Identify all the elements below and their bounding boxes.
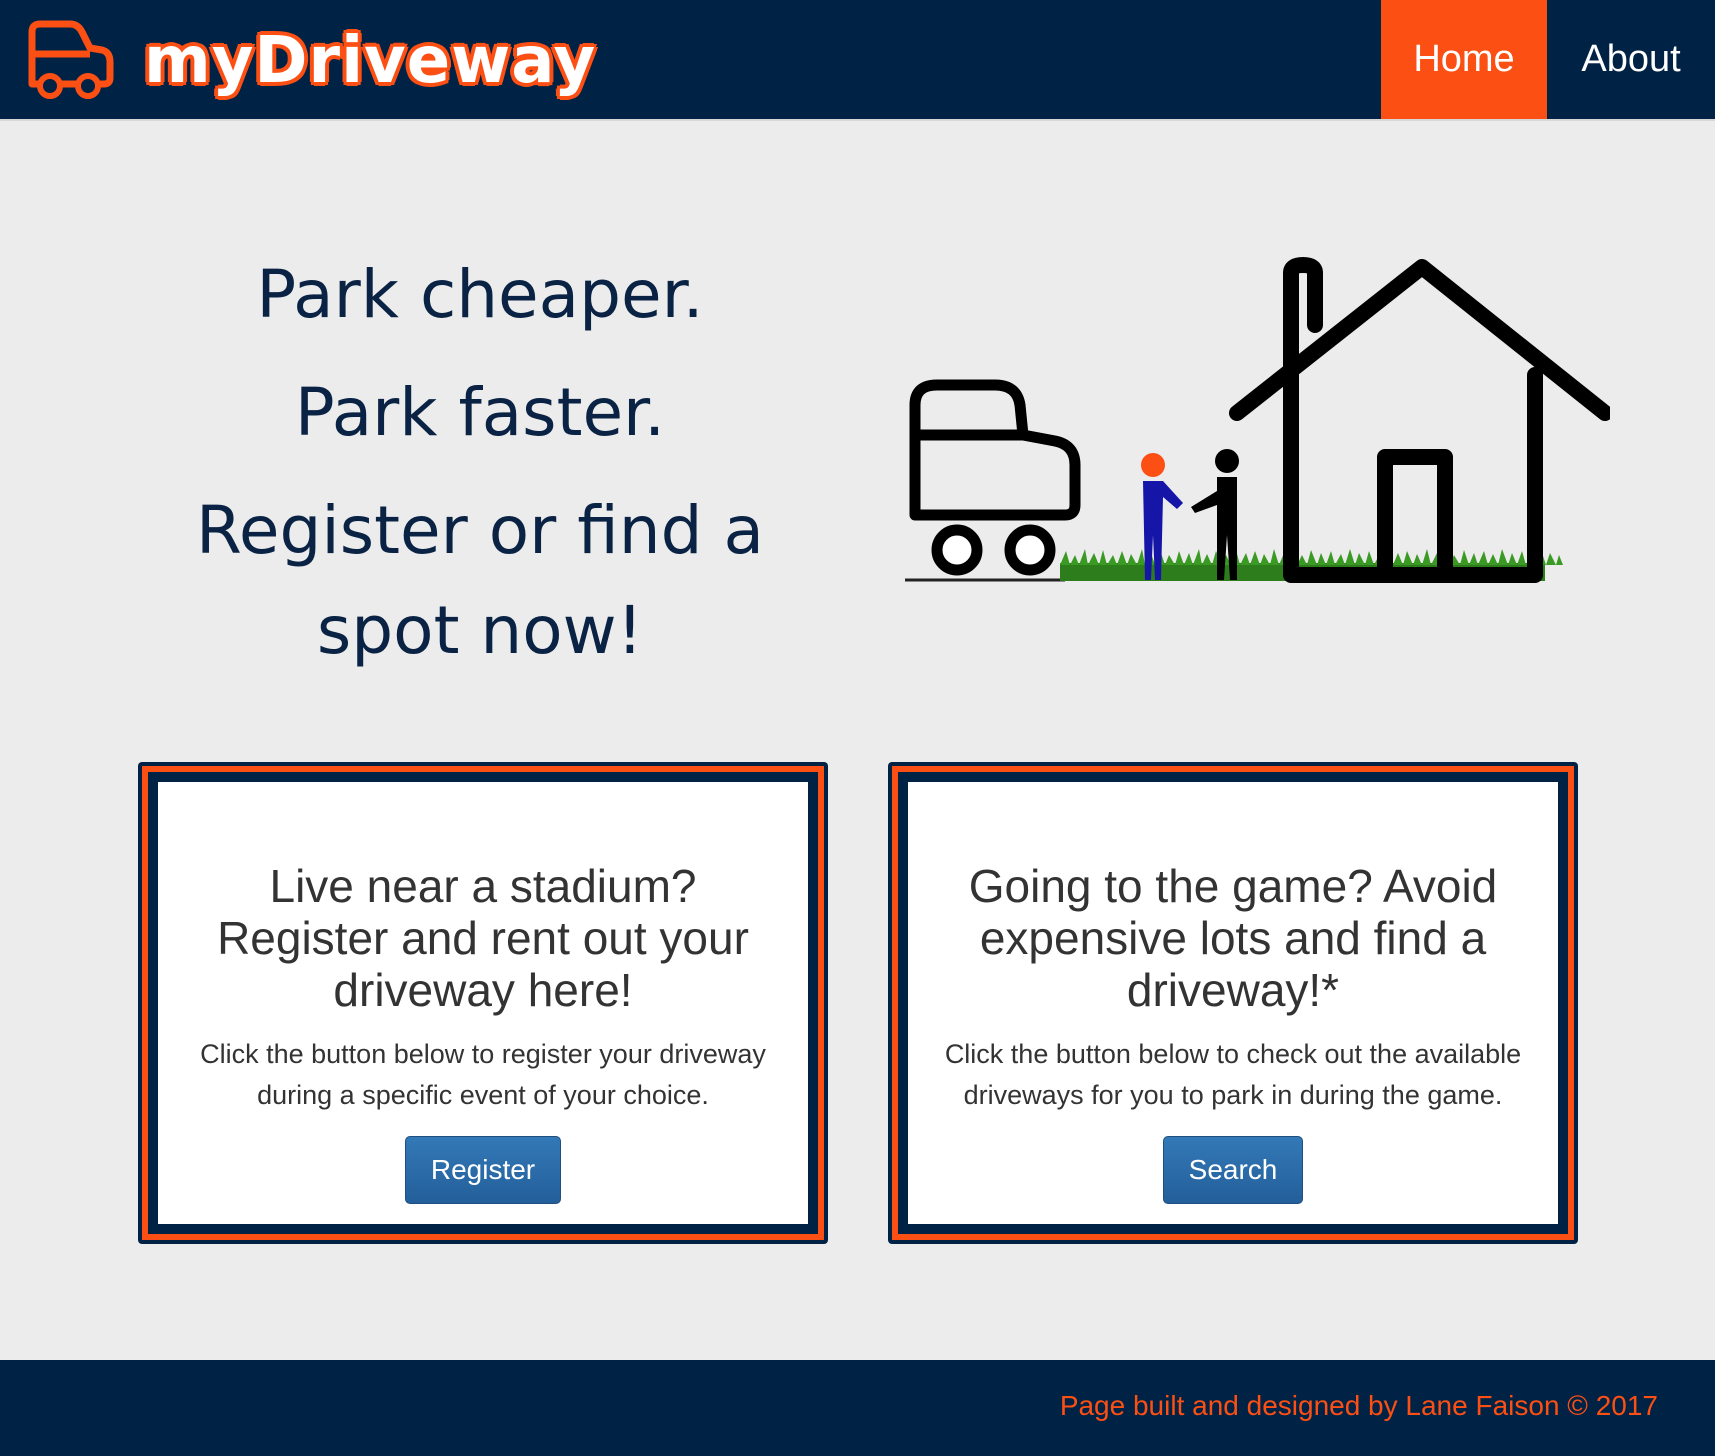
car-house-handshake-illustration [905,257,1610,583]
hero-tagline: Park cheaper. Park faster. Register or f… [150,245,810,699]
hero-line-cheaper: Park cheaper. [256,256,704,333]
search-card-description: Click the button below to check out the … [944,1039,1522,1110]
car-logo-icon [28,20,114,99]
search-button[interactable]: Search [1163,1136,1303,1204]
house-shape [1229,257,1610,583]
search-card-orange-border: Going to the game? Avoid expensive lots … [892,766,1574,1240]
register-card-description: Click the button below to register your … [200,1039,766,1110]
nav-home-link[interactable]: Home [1381,0,1547,119]
register-card-navy-border: Live near a stadium? Register and rent o… [148,772,818,1234]
register-card-body: Live near a stadium? Register and rent o… [158,782,808,1224]
search-card-body: Going to the game? Avoid expensive lots … [908,782,1558,1224]
register-card: Live near a stadium? Register and rent o… [138,762,828,1244]
nav-about-link[interactable]: About [1547,0,1715,119]
car-wheel-right [1004,524,1056,576]
nav-links: Home About [1381,0,1715,119]
register-card-title: Live near a stadium? Register and rent o… [217,860,749,1016]
car-wheel-left [931,524,983,576]
hero-line-register: Register or find a spot now! [196,492,764,669]
search-card-title: Going to the game? Avoid expensive lots … [968,860,1498,1016]
footer: Page built and designed by Lane Faison ©… [0,1360,1715,1456]
footer-credit: Page built and designed by Lane Faison ©… [1059,1390,1658,1421]
search-card-navy-border: Going to the game? Avoid expensive lots … [898,772,1568,1234]
car-shape [909,379,1081,521]
brand-title: myDriveway [144,24,597,98]
search-card: Going to the game? Avoid expensive lots … [888,762,1578,1244]
hero-line-faster: Park faster. [294,374,666,451]
brand[interactable]: myDriveway [24,16,596,106]
register-button[interactable]: Register [405,1136,561,1204]
navbar: myDriveway Home About [0,0,1715,121]
register-card-orange-border: Live near a stadium? Register and rent o… [142,766,824,1240]
